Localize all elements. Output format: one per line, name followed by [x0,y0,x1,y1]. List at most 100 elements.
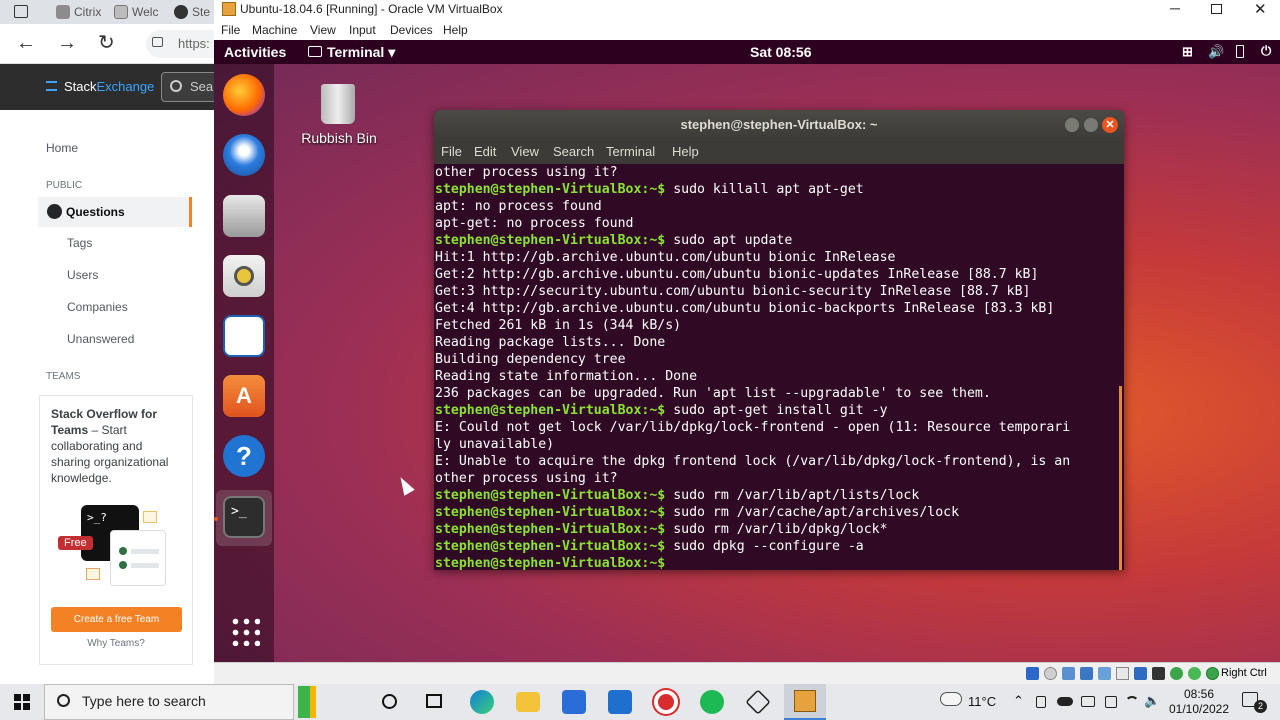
close-icon[interactable]: ✕ [1254,0,1267,18]
terminal-menu-edit[interactable]: Edit [474,144,496,159]
nav-unanswered[interactable]: Unanswered [67,332,134,346]
minimize-icon[interactable] [1065,118,1079,132]
system-menu-icon[interactable]: ⏻ [1261,43,1271,59]
terminal-text: sudo apt update [665,233,793,248]
firefox-icon[interactable] [223,74,265,116]
terminal-dock-icon[interactable]: >_ [223,496,265,538]
minimize-icon[interactable]: ─ [1170,0,1180,16]
terminal-menu-view[interactable]: View [511,144,539,159]
terminal-text: apt: no process found [435,199,602,214]
terminal-titlebar[interactable]: stephen@stephen-VirtualBox: ~ ✕ [434,110,1124,140]
nav-companies[interactable]: Companies [67,300,128,314]
terminal-line: stephen@stephen-VirtualBox:~$ sudo rm /v… [435,487,1115,504]
wifi-icon[interactable] [1125,696,1139,710]
nav-users[interactable]: Users [67,268,98,282]
terminal-menu-help[interactable]: Help [672,144,699,159]
nav-questions-label: Questions [66,205,125,219]
cortana-icon[interactable] [382,694,397,709]
why-teams-link[interactable]: Why Teams? [40,638,192,649]
libreoffice-writer-icon[interactable] [223,315,265,357]
optical-drive-icon[interactable] [1044,667,1057,680]
menu-devices[interactable]: Devices [390,23,433,37]
task-view-icon[interactable] [426,694,442,708]
battery-icon[interactable] [1236,45,1244,58]
create-team-button[interactable]: Create a free Team [51,607,182,632]
terminal-window[interactable]: stephen@stephen-VirtualBox: ~ ✕ File Edi… [434,110,1124,570]
virtualbox-cube-icon[interactable] [745,689,771,715]
taskbar-date[interactable]: 01/10/2022 [1166,702,1232,716]
thunderbird-icon[interactable] [223,134,265,176]
browser-window: Citrix Welc Ste ← → ↻ https: StackExchan… [0,0,226,684]
weather-icon[interactable] [940,692,962,706]
virtualbox-app-icon [222,2,236,16]
onedrive-icon[interactable] [1057,697,1073,706]
microsoft-store-icon[interactable] [562,690,586,714]
menu-input[interactable]: Input [349,23,376,37]
terminal-menu-search[interactable]: Search [553,144,594,159]
keyboard-capture-icon[interactable] [1206,667,1219,680]
tray-app-icon[interactable] [1036,696,1046,708]
nav-heading-public: PUBLIC [46,180,83,191]
terminal-text: Reading state information... Done [435,369,698,384]
terminal-scrollbar[interactable] [1119,386,1122,570]
windows-taskbar: Type here to search 11°C ⌃ 🔈 08:56 01/10… [0,684,1280,720]
virtualbox-statusbar: Right Ctrl [214,662,1280,684]
network-status-icon[interactable] [1105,696,1117,708]
weather-temperature[interactable]: 11°C [968,694,996,709]
speaker-icon[interactable]: 🔈 [1144,693,1160,709]
nav-tags[interactable]: Tags [67,236,92,250]
taskbar-time[interactable]: 08:56 [1171,687,1227,701]
chat-bubble-icon [86,568,100,580]
clock[interactable]: Sat 08:56 [750,44,811,60]
taskbar-search-box[interactable]: Type here to search [44,684,294,720]
terminal-menu-terminal[interactable]: Terminal [606,144,655,159]
network-adapter-icon[interactable] [1080,667,1093,680]
rubbish-bin-desktop-icon[interactable]: Rubbish Bin [296,78,382,152]
menu-file[interactable]: File [221,23,240,37]
windows-start-icon[interactable] [14,694,30,710]
news-widget-icon[interactable] [298,686,366,718]
menu-view[interactable]: View [310,23,336,37]
tray-app-icon[interactable] [1081,696,1095,707]
app-menu[interactable]: Terminal ▾ [327,44,395,61]
display-icon[interactable] [1134,667,1147,680]
terminal-text: sudo killall apt apt-get [665,182,864,197]
window-title: Ubuntu-18.04.6 [Running] - Oracle VM Vir… [240,2,503,16]
ubuntu-software-icon[interactable]: A [223,375,265,417]
nav-home[interactable]: Home [46,141,78,155]
audio-icon[interactable] [1062,667,1075,680]
file-explorer-icon[interactable] [516,692,540,712]
terminal-line: stephen@stephen-VirtualBox:~$ sudo apt u… [435,232,1115,249]
activities-button[interactable]: Activities [224,44,286,60]
mail-icon[interactable] [608,690,632,714]
files-icon[interactable] [223,195,265,237]
nav-questions[interactable]: Questions [38,197,192,227]
show-applications-icon[interactable] [230,616,260,646]
menu-help[interactable]: Help [443,23,468,37]
network-icon[interactable]: ⊞ [1182,44,1193,60]
chevron-up-icon[interactable]: ⌃ [1013,693,1024,709]
terminal-prompt: stephen@stephen-VirtualBox:~$ [435,233,666,248]
shared-folders-icon[interactable] [1116,667,1129,680]
volume-icon[interactable]: 🔊 [1208,44,1224,60]
search-icon [57,694,70,707]
help-icon[interactable]: ? [223,435,265,477]
virtualbox-vm-taskbar-button[interactable] [784,684,826,720]
video-capture-icon[interactable] [1152,667,1165,680]
terminal-output[interactable]: other process using it? stephen@stephen-V… [435,164,1115,570]
menu-machine[interactable]: Machine [252,23,297,37]
hard-disk-icon[interactable] [1026,667,1039,680]
mouse-integration-icon[interactable] [1188,667,1201,680]
usb-icon[interactable] [1098,667,1111,680]
maximize-icon[interactable] [1211,4,1222,14]
maximize-icon[interactable] [1084,118,1098,132]
terminal-menu-file[interactable]: File [441,144,462,159]
rhythmbox-icon[interactable] [223,255,265,297]
edge-icon[interactable] [470,690,494,714]
notifications-count-badge: 2 [1254,700,1267,713]
media-app-icon[interactable] [654,690,678,714]
guest-additions-icon[interactable] [1170,667,1183,680]
close-icon[interactable]: ✕ [1102,117,1118,133]
spotify-icon[interactable] [700,690,724,714]
